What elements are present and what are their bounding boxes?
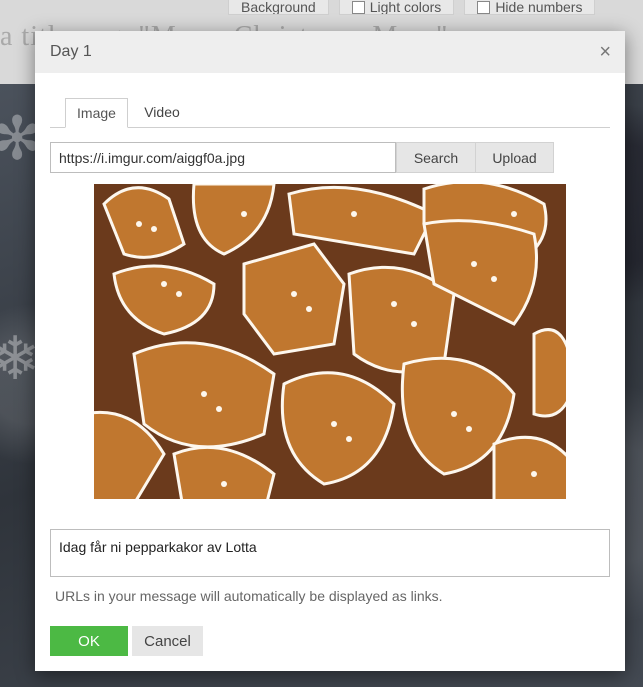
tab-image[interactable]: Image <box>65 98 128 128</box>
tab-video[interactable]: Video <box>131 98 193 126</box>
search-button[interactable]: Search <box>396 142 476 173</box>
media-tabs: Image Video <box>50 98 610 128</box>
gingerbread-cookies-image <box>94 184 566 499</box>
hide-numbers-checkbox[interactable] <box>477 0 491 14</box>
hide-numbers-label: Hide numbers <box>495 0 583 15</box>
ok-button[interactable]: OK <box>50 626 128 656</box>
url-row: Search Upload <box>50 142 554 173</box>
background-toolbar: Background Light colors Hide numbers <box>0 0 643 15</box>
hide-numbers-toggle[interactable]: Hide numbers <box>464 0 596 15</box>
image-url-input[interactable] <box>50 142 396 173</box>
background-button[interactable]: Background <box>228 0 329 15</box>
background-button-label: Background <box>241 0 316 15</box>
message-textarea[interactable]: Idag får ni pepparkakor av Lotta <box>50 529 610 577</box>
light-colors-toggle[interactable]: Light colors <box>338 0 455 15</box>
dialog-header: Day 1 × <box>35 31 625 73</box>
dialog-title: Day 1 <box>50 43 92 60</box>
close-icon[interactable]: × <box>599 42 611 62</box>
day-dialog: Day 1 × Image Video Search Upload <box>35 31 625 671</box>
image-preview <box>94 184 566 499</box>
light-colors-label: Light colors <box>369 0 442 15</box>
links-hint: URLs in your message will automatically … <box>55 588 443 604</box>
light-colors-checkbox[interactable] <box>351 0 365 14</box>
upload-button[interactable]: Upload <box>476 142 554 173</box>
cancel-button[interactable]: Cancel <box>132 626 203 656</box>
